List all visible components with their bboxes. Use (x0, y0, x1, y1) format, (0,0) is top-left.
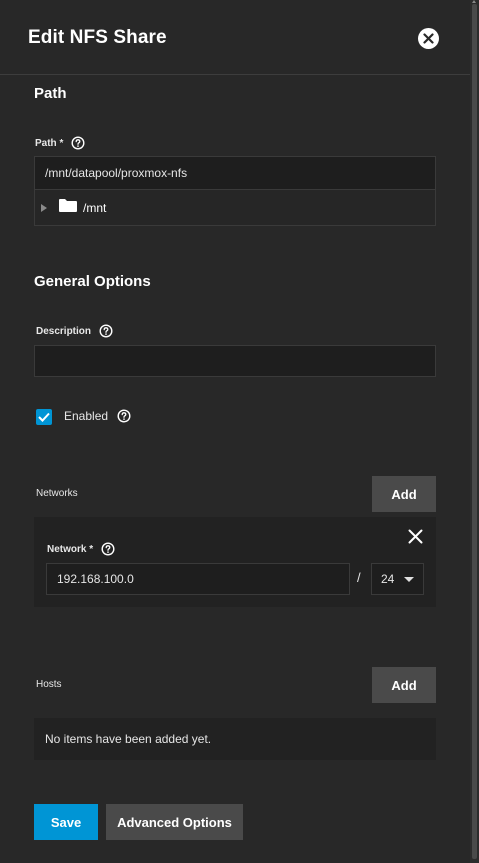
description-help-icon[interactable] (99, 324, 113, 338)
close-icon (423, 33, 434, 44)
path-input[interactable]: /mnt/datapool/proxmox-nfs (34, 156, 436, 190)
path-label: Path * (35, 136, 85, 150)
close-button[interactable] (418, 28, 439, 49)
folder-icon (58, 198, 78, 218)
dialog-header: Edit NFS Share (0, 0, 470, 75)
checkmark-icon (38, 412, 50, 422)
network-help-icon[interactable] (101, 542, 115, 556)
netmask-separator: / (357, 570, 361, 585)
scrollbar-thumb[interactable] (472, 4, 477, 859)
chevron-down-icon (404, 577, 414, 582)
scrollbar[interactable] (470, 0, 479, 863)
path-section-title: Path (34, 85, 67, 102)
enabled-help-icon[interactable] (117, 409, 131, 423)
enabled-label: Enabled (64, 409, 131, 423)
remove-network-button[interactable] (408, 529, 423, 549)
path-label-text: Path * (35, 137, 64, 149)
netmask-select[interactable]: 24 (371, 563, 424, 595)
path-tree[interactable]: /mnt (34, 190, 436, 226)
networks-label: Networks (36, 488, 78, 499)
description-input[interactable] (34, 345, 436, 377)
hosts-empty-state: No items have been added yet. (34, 718, 436, 760)
network-label: Network * (47, 542, 115, 556)
description-label: Description (36, 324, 113, 338)
description-label-text: Description (36, 325, 92, 337)
netmask-value: 24 (381, 572, 395, 586)
save-button[interactable]: Save (34, 804, 98, 840)
hosts-label: Hosts (36, 679, 62, 690)
network-address-input[interactable]: 192.168.100.0 (46, 563, 350, 595)
enabled-label-text: Enabled (64, 409, 109, 423)
scroll-up-arrow[interactable] (472, 0, 476, 3)
add-network-button[interactable]: Add (372, 476, 436, 512)
enabled-checkbox[interactable] (36, 409, 52, 425)
tree-expand-icon[interactable] (41, 203, 47, 212)
advanced-options-button[interactable]: Advanced Options (106, 804, 243, 840)
network-label-text: Network * (47, 543, 94, 555)
tree-node-mnt[interactable]: /mnt (83, 201, 106, 215)
path-help-icon[interactable] (71, 136, 85, 150)
general-options-title: General Options (34, 273, 151, 290)
add-host-button[interactable]: Add (372, 667, 436, 703)
dialog-title: Edit NFS Share (28, 27, 167, 48)
close-icon (408, 529, 423, 544)
